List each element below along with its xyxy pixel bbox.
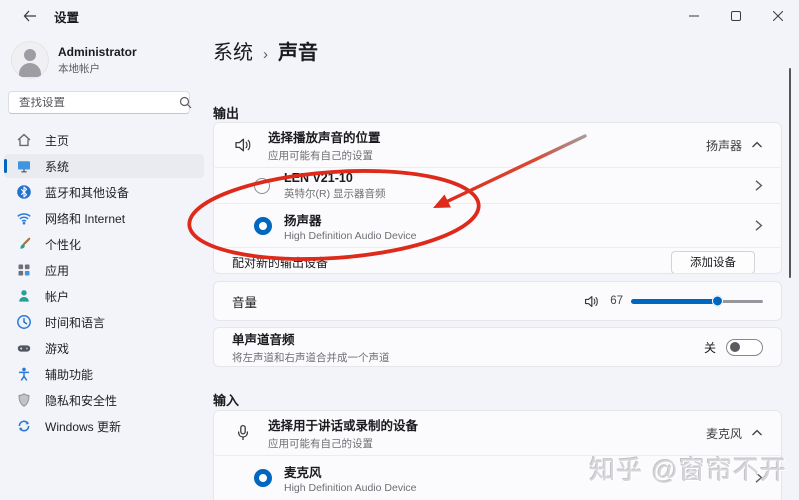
slider-fill (631, 299, 717, 304)
mono-audio-title: 单声道音频 (232, 329, 704, 348)
watermark: 知乎 @窗帘不开 (589, 450, 787, 487)
accounts-icon (16, 288, 32, 304)
volume-speaker-icon[interactable] (583, 293, 600, 310)
input-section-header: 输入 (213, 390, 239, 409)
breadcrumb-system[interactable]: 系统 (213, 36, 253, 65)
microphone-icon (232, 423, 254, 443)
input-selector-title: 选择用于讲话或录制的设备 (268, 415, 706, 434)
settings-search-box[interactable] (8, 91, 190, 114)
personalization-icon (16, 236, 32, 252)
back-button[interactable] (14, 4, 46, 28)
system-icon (16, 158, 32, 174)
speaker-icon (232, 135, 254, 155)
account-block[interactable]: Administrator 本地帐户 (11, 41, 137, 79)
sidebar-item-gaming[interactable]: 游戏 (4, 336, 204, 360)
pair-device-label: 配对新的输出设备 (232, 254, 671, 271)
sidebar-item-apps[interactable]: 应用 (4, 258, 204, 282)
sidebar-item-bluetooth[interactable]: 蓝牙和其他设备 (4, 180, 204, 204)
mono-audio-subtitle: 将左声道和右声道合并成一个声道 (232, 350, 704, 365)
app-title: 设置 (54, 7, 79, 26)
close-icon (773, 11, 783, 21)
sidebar-item-personalization[interactable]: 个性化 (4, 232, 204, 256)
sidebar-item-network[interactable]: 网络和 Internet (4, 206, 204, 230)
chevron-right-icon (754, 179, 763, 192)
maximize-icon (731, 11, 741, 21)
toggle-knob (730, 342, 740, 352)
settings-nav: 主页 系统 蓝牙和其他设备 网络和 Internet 个性化 应用 帐户 时间 (4, 127, 204, 439)
time-language-icon (16, 314, 32, 330)
back-arrow-icon (23, 10, 37, 22)
account-type: 本地帐户 (58, 61, 137, 76)
home-icon (16, 132, 32, 148)
output-device-row-len[interactable]: LEN V21-10 英特尔(R) 显示器音频 (214, 168, 781, 203)
input-selector-subtitle: 应用可能有自己的设置 (268, 436, 706, 451)
privacy-shield-icon (16, 392, 32, 408)
bluetooth-icon (16, 184, 32, 200)
radio-len-v21-10[interactable] (254, 178, 270, 194)
output-selector-subtitle: 应用可能有自己的设置 (268, 148, 706, 163)
input-selector-row[interactable]: 选择用于讲话或录制的设备 应用可能有自己的设置 麦克风 (214, 411, 781, 455)
volume-value: 67 (607, 295, 623, 307)
page-title: 声音 (278, 36, 318, 65)
output-selected-value: 扬声器 (706, 137, 742, 154)
gaming-icon (16, 340, 32, 356)
maximize-button[interactable] (715, 0, 757, 32)
output-selector-title: 选择播放声音的位置 (268, 127, 706, 146)
search-input[interactable] (9, 97, 179, 109)
account-name: Administrator (58, 45, 137, 59)
add-device-button[interactable]: 添加设备 (671, 251, 755, 274)
toggle-state-label: 关 (704, 339, 716, 356)
input-selected-value: 麦克风 (706, 425, 742, 442)
windows-update-icon (16, 418, 32, 434)
search-icon (179, 96, 192, 109)
sidebar: Administrator 本地帐户 主页 系统 蓝牙和其他设备 网络和 Int… (0, 32, 210, 500)
network-icon (16, 210, 32, 226)
chevron-up-icon (751, 429, 763, 437)
mono-audio-card: 单声道音频 将左声道和右声道合并成一个声道 关 (213, 327, 782, 367)
slider-thumb[interactable] (712, 296, 723, 307)
apps-icon (16, 262, 32, 278)
breadcrumb: 系统 › 声音 (213, 36, 318, 65)
sidebar-item-time-language[interactable]: 时间和语言 (4, 310, 204, 334)
output-device-card: 选择播放声音的位置 应用可能有自己的设置 扬声器 LEN V21-10 英特尔(… (213, 122, 782, 274)
accessibility-icon (16, 366, 32, 382)
sidebar-item-home[interactable]: 主页 (4, 128, 204, 152)
pair-device-row: 配对新的输出设备 添加设备 (214, 248, 781, 274)
scrollbar[interactable] (789, 68, 792, 278)
sidebar-item-accounts[interactable]: 帐户 (4, 284, 204, 308)
volume-label: 音量 (232, 292, 583, 311)
breadcrumb-separator: › (263, 46, 268, 63)
radio-microphone-selected[interactable] (254, 469, 272, 487)
output-section-header: 输出 (213, 103, 239, 122)
minimize-button[interactable] (673, 0, 715, 32)
avatar (11, 41, 49, 79)
titlebar: 设置 (0, 0, 799, 32)
close-button[interactable] (757, 0, 799, 32)
sidebar-item-privacy[interactable]: 隐私和安全性 (4, 388, 204, 412)
chevron-up-icon (751, 141, 763, 149)
sidebar-item-system[interactable]: 系统 (4, 154, 204, 178)
radio-speakers-selected[interactable] (254, 217, 272, 235)
output-selector-row[interactable]: 选择播放声音的位置 应用可能有自己的设置 扬声器 (214, 123, 781, 167)
output-device-row-speakers[interactable]: 扬声器 High Definition Audio Device (214, 204, 781, 247)
volume-slider[interactable] (631, 295, 763, 307)
sidebar-item-windows-update[interactable]: Windows 更新 (4, 414, 204, 438)
volume-card: 音量 67 (213, 281, 782, 321)
mono-audio-toggle[interactable] (726, 339, 763, 356)
sidebar-item-accessibility[interactable]: 辅助功能 (4, 362, 204, 386)
minimize-icon (689, 11, 699, 21)
chevron-right-icon (754, 219, 763, 232)
